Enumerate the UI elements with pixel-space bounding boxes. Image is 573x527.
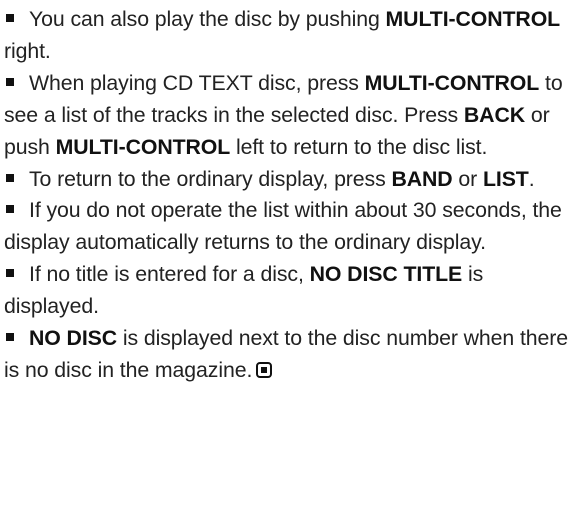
notes-section: You can also play the disc by pushing MU… bbox=[4, 4, 570, 387]
note-keyword: BACK bbox=[463, 102, 526, 127]
square-bullet-icon bbox=[6, 14, 14, 22]
note-keyword: NO DISC bbox=[29, 326, 118, 351]
note-text: If no title is entered for a disc, bbox=[29, 262, 310, 287]
note-keyword: MULTI-CONTROL bbox=[385, 7, 561, 31]
note-keyword: MULTI-CONTROL bbox=[364, 70, 540, 95]
note-item: If no title is entered for a disc, NO DI… bbox=[4, 259, 570, 323]
note-keyword: MULTI-CONTROL bbox=[55, 134, 231, 159]
note-item: NO DISC is displayed next to the disc nu… bbox=[4, 323, 570, 387]
note-item: If you do not operate the list within ab… bbox=[4, 195, 570, 259]
square-bullet-icon bbox=[6, 77, 14, 86]
square-bullet-icon bbox=[6, 173, 14, 182]
note-text: If you do not operate the list within ab… bbox=[4, 198, 562, 255]
note-keyword: LIST bbox=[482, 166, 529, 191]
note-keyword: NO DISC TITLE bbox=[309, 262, 463, 287]
square-bullet-icon bbox=[6, 269, 14, 278]
note-item: When playing CD TEXT disc, press MULTI-C… bbox=[4, 68, 570, 164]
note-text: When playing CD TEXT disc, press bbox=[29, 70, 365, 95]
note-keyword: BAND bbox=[391, 166, 453, 191]
note-text: You can also play the disc by pushing bbox=[29, 7, 386, 31]
note-item: To return to the ordinary display, press… bbox=[4, 164, 570, 196]
square-bullet-icon bbox=[6, 205, 14, 214]
note-text: left to return to the disc list. bbox=[230, 134, 488, 159]
note-text: . bbox=[528, 166, 535, 191]
note-text: right. bbox=[4, 38, 51, 63]
end-of-section-icon bbox=[256, 361, 273, 378]
square-bullet-icon bbox=[6, 333, 14, 342]
note-text: or bbox=[452, 166, 483, 191]
note-text: To return to the ordinary display, press bbox=[29, 166, 392, 191]
note-item: You can also play the disc by pushing MU… bbox=[4, 4, 570, 68]
